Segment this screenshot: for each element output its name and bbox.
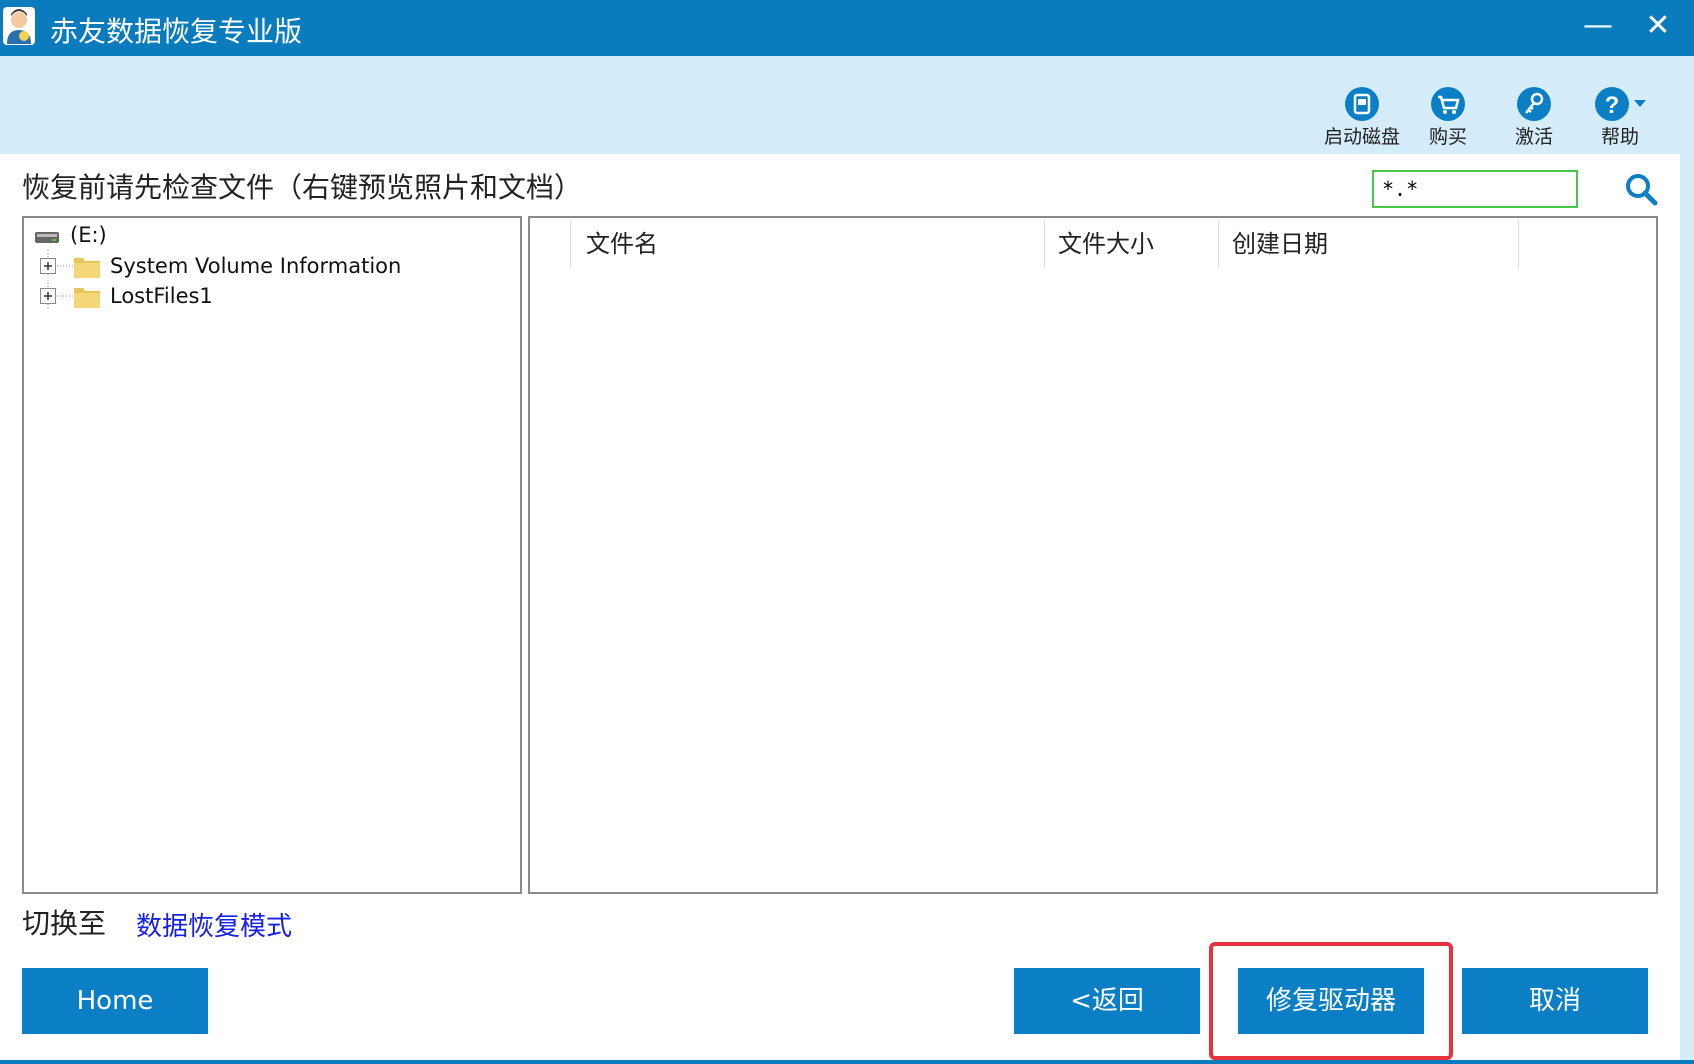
toolbar-activate-button[interactable]: 激活 <box>1484 86 1584 149</box>
toolbar: 启动磁盘 购买 激活 ? 帮助 <box>0 56 1694 154</box>
tree-root-label: (E:) <box>70 223 107 247</box>
file-list[interactable]: 文件名 文件大小 创建日期 <box>528 216 1658 894</box>
app-logo-icon <box>3 7 35 45</box>
tree-node-label: System Volume Information <box>110 254 402 278</box>
home-button[interactable]: Home <box>22 968 208 1034</box>
back-button[interactable]: <返回 <box>1014 968 1200 1034</box>
tree-node-system-volume-information[interactable]: System Volume Information <box>40 251 401 281</box>
cancel-button[interactable]: 取消 <box>1462 968 1648 1034</box>
toolbar-buy-label: 购买 <box>1428 126 1467 148</box>
instruction-text: 恢复前请先检查文件（右键预览照片和文档） <box>22 171 583 204</box>
folder-tree[interactable]: (E:) System Volume Information LostFiles… <box>22 216 522 894</box>
column-separator <box>1518 220 1519 268</box>
window-title: 赤友数据恢复专业版 <box>50 15 303 48</box>
tree-node-lostfiles1[interactable]: LostFiles1 <box>40 281 213 311</box>
minimize-button[interactable]: — <box>1578 8 1618 43</box>
toolbar-help-button[interactable]: ? 帮助 <box>1570 86 1670 149</box>
expand-plus-icon[interactable] <box>40 258 56 274</box>
svg-text:?: ? <box>1605 92 1620 119</box>
window-right-edge <box>1680 56 1694 1064</box>
expand-plus-icon[interactable] <box>40 288 56 304</box>
column-separator <box>1218 220 1219 268</box>
key-icon <box>1517 87 1551 121</box>
toolbar-help-label: 帮助 <box>1600 126 1639 148</box>
tree-root-drive[interactable]: (E:) <box>34 220 107 250</box>
column-header-filesize[interactable]: 文件大小 <box>1046 218 1218 270</box>
help-icon: ? <box>1595 87 1646 121</box>
column-separator <box>570 220 571 268</box>
cart-icon <box>1431 87 1465 121</box>
window-bottom-border <box>0 1060 1694 1064</box>
column-header-created-date[interactable]: 创建日期 <box>1220 218 1520 270</box>
close-button[interactable]: ✕ <box>1638 8 1678 43</box>
folder-icon <box>74 288 100 308</box>
toolbar-boot-disk-button[interactable]: 启动磁盘 <box>1312 86 1412 149</box>
drive-icon <box>35 232 59 243</box>
column-separator <box>1044 220 1045 268</box>
highlight-box <box>1209 942 1453 1060</box>
tree-node-label: LostFiles1 <box>110 284 213 308</box>
search-icon[interactable] <box>1624 172 1658 206</box>
toolbar-activate-label: 激活 <box>1514 126 1553 148</box>
data-recovery-mode-link[interactable]: 数据恢复模式 <box>136 906 292 943</box>
toolbar-buy-button[interactable]: 购买 <box>1398 86 1498 149</box>
toolbar-boot-disk-label: 启动磁盘 <box>1323 126 1400 148</box>
title-bar: 赤友数据恢复专业版 — ✕ <box>0 0 1694 56</box>
boot-disk-icon <box>1345 87 1379 121</box>
switch-label: 切换至 <box>22 907 107 940</box>
column-header-filename[interactable]: 文件名 <box>574 218 1004 270</box>
folder-icon <box>74 258 100 278</box>
search-input[interactable] <box>1372 170 1578 208</box>
